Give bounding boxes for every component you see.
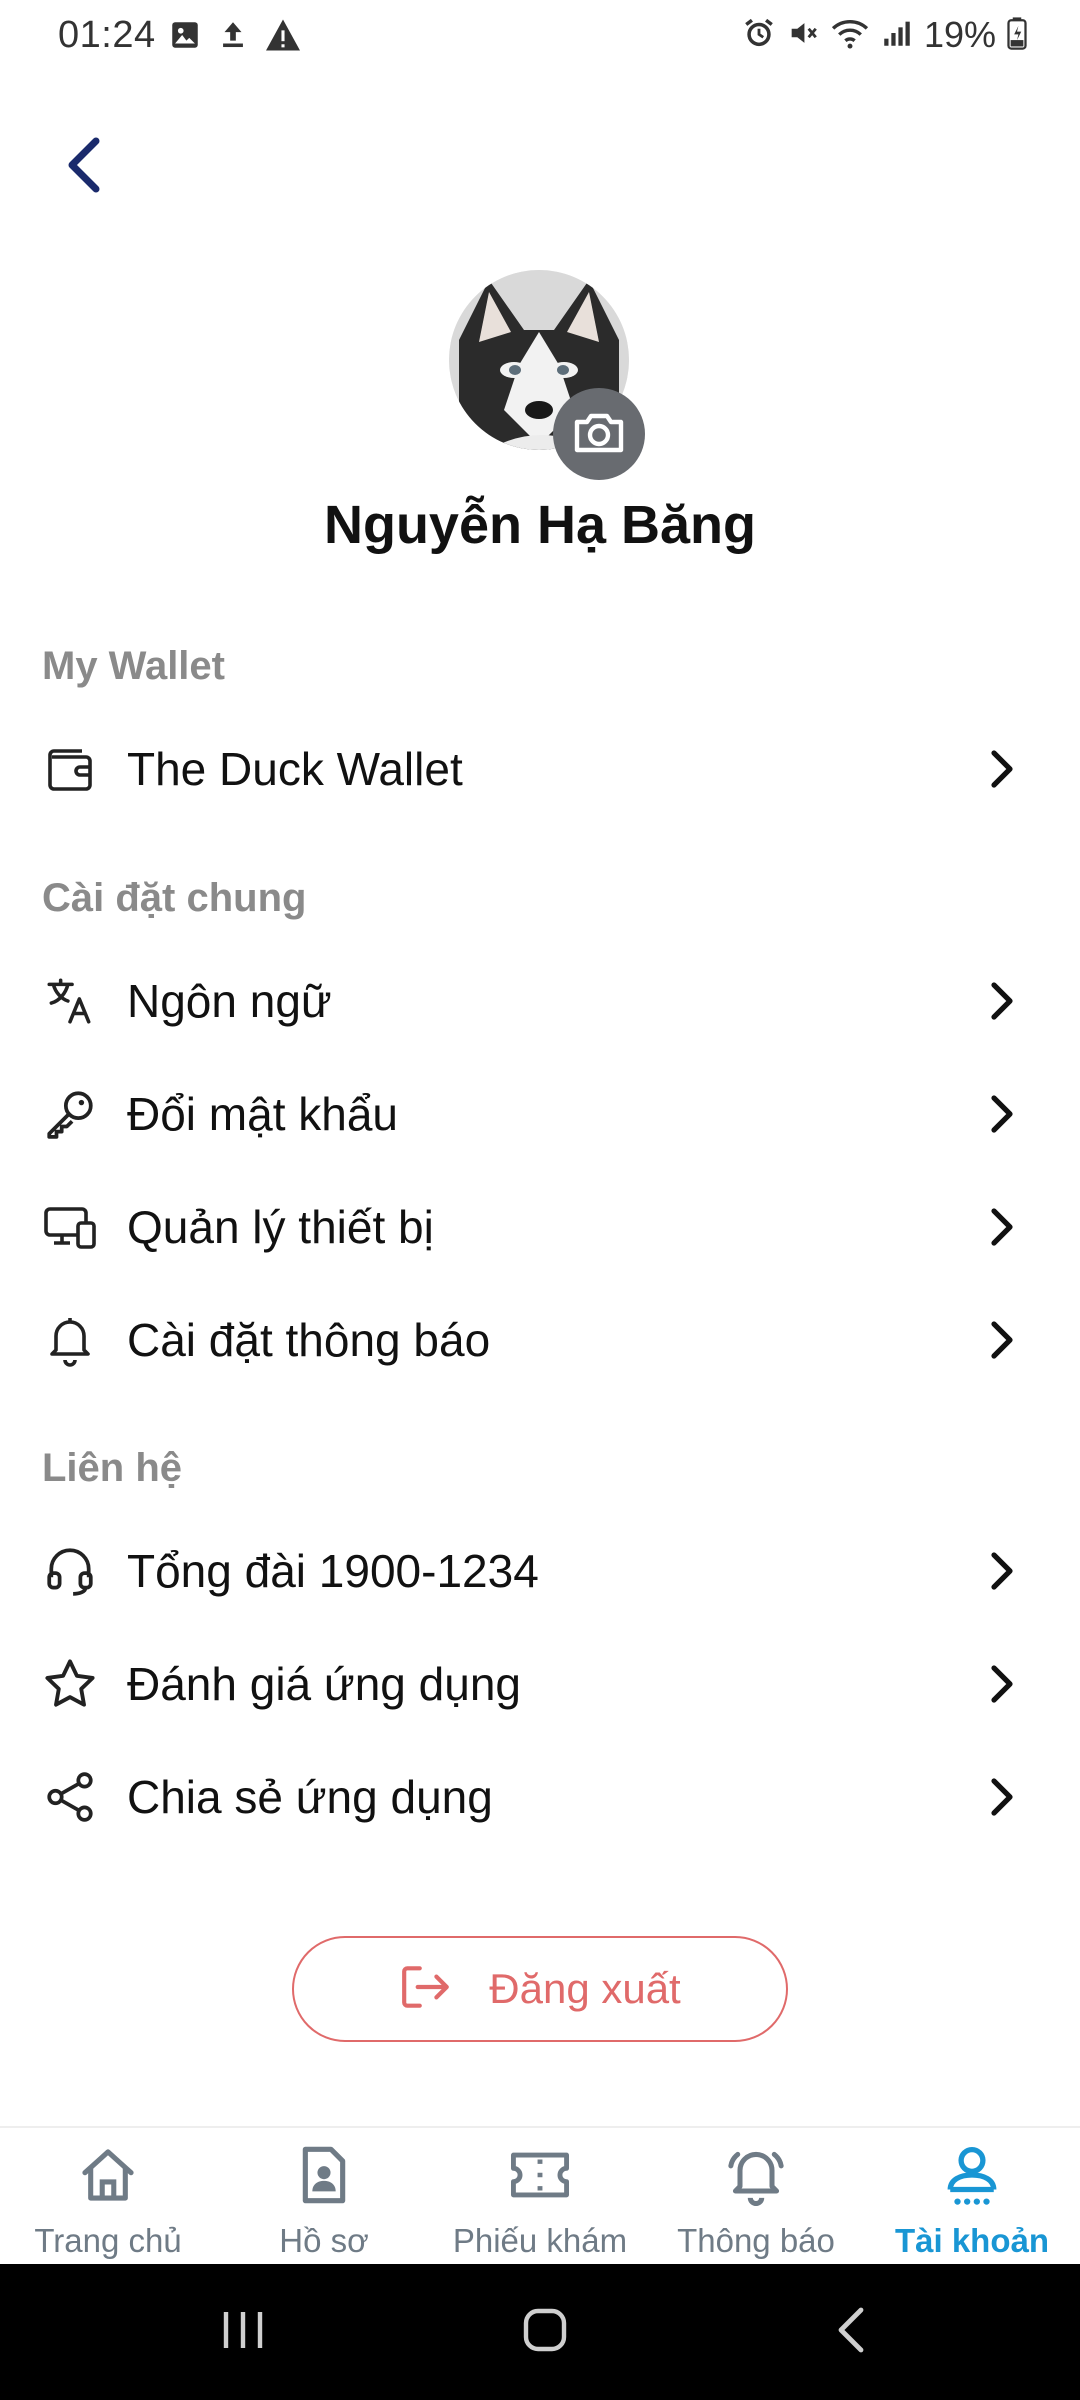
back-arrow-icon: [62, 135, 106, 200]
bell-icon: [40, 1310, 100, 1370]
wifi-icon: [830, 16, 870, 55]
logout-label: Đăng xuất: [489, 1965, 681, 2012]
section-title-contact: Liên hệ: [42, 1446, 183, 1490]
menu-item-change-password[interactable]: Đổi mật khẩu: [0, 1064, 1080, 1164]
menu-item-hotline[interactable]: Tổng đài 1900-1234: [0, 1521, 1080, 1621]
menu-label: Chia sẻ ứng dụng: [127, 1771, 493, 1823]
battery-percent: 19%: [923, 14, 996, 55]
menu-label: Quản lý thiết bị: [127, 1201, 434, 1253]
headset-icon: [40, 1541, 100, 1601]
nav-label: Tài khoản: [894, 2222, 1050, 2259]
menu-item-notification-settings[interactable]: Cài đặt thông báo: [0, 1290, 1080, 1390]
nav-item-account[interactable]: Tài khoản: [864, 2128, 1080, 2264]
chevron-right-icon: [980, 1313, 1024, 1367]
alarm-icon: [742, 16, 776, 55]
chevron-right-icon: [980, 742, 1024, 796]
menu-label: Đánh giá ứng dụng: [127, 1658, 521, 1710]
menu-label: Đổi mật khẩu: [127, 1088, 399, 1140]
back-button[interactable]: [52, 130, 116, 204]
home-square-icon: [520, 2305, 570, 2360]
system-back-icon: [833, 2304, 869, 2361]
nav-item-notifications[interactable]: Thông báo: [648, 2128, 864, 2264]
menu-label: Cài đặt thông báo: [127, 1314, 491, 1366]
nav-label: Thông báo: [677, 2222, 835, 2259]
upload-icon: [216, 18, 250, 57]
image-icon: [168, 18, 202, 57]
profile-document-icon: [291, 2142, 357, 2208]
nav-item-profile[interactable]: Hồ sơ: [216, 2128, 432, 2264]
translate-icon: [40, 971, 100, 1031]
devices-icon: [40, 1197, 100, 1257]
logout-button[interactable]: Đăng xuất: [292, 1936, 788, 2042]
wallet-icon: [40, 739, 100, 799]
menu-label: The Duck Wallet: [127, 743, 463, 795]
status-time: 01:24: [58, 14, 156, 56]
nav-label: Trang chủ: [34, 2222, 182, 2259]
change-avatar-button[interactable]: [553, 388, 645, 480]
logout-icon: [399, 1962, 453, 2017]
star-icon: [40, 1654, 100, 1714]
section-title-wallet: My Wallet: [42, 644, 225, 688]
menu-item-share-app[interactable]: Chia sẻ ứng dụng: [0, 1747, 1080, 1847]
chevron-right-icon: [980, 1770, 1024, 1824]
mute-icon: [786, 16, 820, 55]
account-icon: [939, 2142, 1005, 2208]
home-system-button[interactable]: [500, 2294, 590, 2370]
recent-apps-icon: [218, 2308, 268, 2357]
avatar-container: [449, 270, 645, 480]
warning-icon: [264, 18, 302, 57]
menu-item-duck-wallet[interactable]: The Duck Wallet: [0, 719, 1080, 819]
menu-item-language[interactable]: Ngôn ngữ: [0, 951, 1080, 1051]
share-icon: [40, 1767, 100, 1827]
nav-label: Hồ sơ: [279, 2222, 369, 2259]
chevron-right-icon: [980, 1200, 1024, 1254]
key-icon: [40, 1084, 100, 1144]
section-title-general: Cài đặt chung: [42, 876, 307, 920]
menu-item-device-management[interactable]: Quản lý thiết bị: [0, 1177, 1080, 1277]
menu-item-rate-app[interactable]: Đánh giá ứng dụng: [0, 1634, 1080, 1734]
ticket-icon: [507, 2142, 573, 2208]
chevron-right-icon: [980, 1544, 1024, 1598]
camera-icon: [571, 408, 627, 461]
nav-item-tickets[interactable]: Phiếu khám: [432, 2128, 648, 2264]
nav-item-home[interactable]: Trang chủ: [0, 2128, 216, 2264]
notification-bell-icon: [723, 2142, 789, 2208]
home-icon: [75, 2142, 141, 2208]
menu-label: Tổng đài 1900-1234: [127, 1545, 539, 1597]
chevron-right-icon: [980, 974, 1024, 1028]
nav-label: Phiếu khám: [452, 2222, 628, 2259]
bottom-navigation: Trang chủ Hồ sơ Phiếu khám Thông báo Tài…: [0, 2126, 1080, 2264]
menu-label: Ngôn ngữ: [127, 975, 332, 1027]
battery-icon: [1006, 16, 1028, 55]
system-back-button[interactable]: [806, 2294, 896, 2370]
chevron-right-icon: [980, 1087, 1024, 1141]
profile-name: Nguyễn Hạ Băng: [323, 495, 757, 555]
status-bar: 01:24 19%: [0, 0, 1080, 74]
recent-apps-button[interactable]: [198, 2294, 288, 2370]
chevron-right-icon: [980, 1657, 1024, 1711]
signal-icon: [880, 16, 914, 55]
system-navigation-bar: [0, 2264, 1080, 2400]
